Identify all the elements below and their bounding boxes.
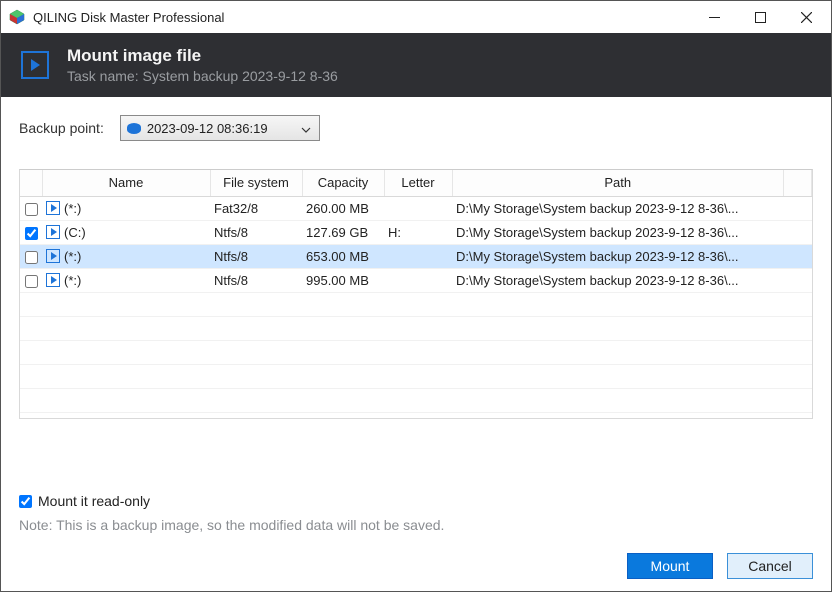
row-letter: H: bbox=[384, 220, 452, 244]
mount-icon bbox=[21, 51, 49, 79]
row-capacity: 653.00 MB bbox=[302, 244, 384, 268]
row-capacity: 995.00 MB bbox=[302, 268, 384, 292]
col-fs[interactable]: File system bbox=[210, 170, 302, 196]
table-row[interactable]: (*:) Fat32/8260.00 MB D:\My Storage\System… bbox=[20, 196, 812, 220]
minimize-button[interactable] bbox=[691, 1, 737, 33]
page-subtitle: Task name: System backup 2023-9-12 8-36 bbox=[67, 68, 338, 84]
row-capacity: 127.69 GB bbox=[302, 220, 384, 244]
page-header: Mount image file Task name: System backu… bbox=[1, 33, 831, 97]
row-checkbox[interactable] bbox=[25, 203, 38, 216]
table-row[interactable]: (*:) Ntfs/8995.00 MB D:\My Storage\System … bbox=[20, 268, 812, 292]
volume-play-icon bbox=[46, 201, 60, 215]
row-name: (*:) bbox=[64, 273, 81, 288]
row-name: (C:) bbox=[64, 225, 86, 240]
row-path: D:\My Storage\System backup 2023-9-12 8-… bbox=[452, 268, 784, 292]
table-row[interactable]: (C:) Ntfs/8127.69 GBH:D:\My Storage\Syste… bbox=[20, 220, 812, 244]
backup-point-selected: 2023-09-12 08:36:19 bbox=[147, 121, 291, 136]
col-check[interactable] bbox=[20, 170, 42, 196]
titlebar: QILING Disk Master Professional bbox=[1, 1, 831, 33]
maximize-button[interactable] bbox=[737, 1, 783, 33]
row-checkbox[interactable] bbox=[25, 275, 38, 288]
row-fs: Ntfs/8 bbox=[210, 220, 302, 244]
row-path: D:\My Storage\System backup 2023-9-12 8-… bbox=[452, 244, 784, 268]
row-checkbox[interactable] bbox=[25, 251, 38, 264]
mount-button[interactable]: Mount bbox=[627, 553, 713, 579]
app-title: QILING Disk Master Professional bbox=[33, 10, 691, 25]
app-icon bbox=[9, 9, 25, 25]
backup-point-dropdown[interactable]: 2023-09-12 08:36:19 bbox=[120, 115, 320, 141]
row-letter bbox=[384, 244, 452, 268]
row-letter bbox=[384, 196, 452, 220]
row-checkbox[interactable] bbox=[25, 227, 38, 240]
volume-play-icon bbox=[46, 225, 60, 239]
readonly-checkbox[interactable] bbox=[19, 495, 32, 508]
row-letter bbox=[384, 268, 452, 292]
chevron-down-icon bbox=[297, 121, 315, 136]
readonly-label[interactable]: Mount it read-only bbox=[38, 493, 150, 509]
backup-point-label: Backup point: bbox=[19, 120, 104, 136]
disk-icon bbox=[127, 123, 141, 134]
window-controls bbox=[691, 1, 829, 33]
volume-play-icon bbox=[46, 249, 60, 263]
row-path: D:\My Storage\System backup 2023-9-12 8-… bbox=[452, 196, 784, 220]
cancel-button[interactable]: Cancel bbox=[727, 553, 813, 579]
col-tail bbox=[784, 170, 812, 196]
note-text: Note: This is a backup image, so the mod… bbox=[19, 517, 813, 533]
col-letter[interactable]: Letter bbox=[384, 170, 452, 196]
row-path: D:\My Storage\System backup 2023-9-12 8-… bbox=[452, 220, 784, 244]
row-fs: Ntfs/8 bbox=[210, 244, 302, 268]
row-name: (*:) bbox=[64, 249, 81, 264]
row-name: (*:) bbox=[64, 201, 81, 216]
row-fs: Ntfs/8 bbox=[210, 268, 302, 292]
row-fs: Fat32/8 bbox=[210, 196, 302, 220]
col-name[interactable]: Name bbox=[42, 170, 210, 196]
col-path[interactable]: Path bbox=[452, 170, 784, 196]
table-row[interactable]: (*:) Ntfs/8653.00 MB D:\My Storage\System … bbox=[20, 244, 812, 268]
volume-table: Name File system Capacity Letter Path (*… bbox=[19, 169, 813, 419]
volume-play-icon bbox=[46, 273, 60, 287]
table-header: Name File system Capacity Letter Path bbox=[20, 170, 812, 196]
close-button[interactable] bbox=[783, 1, 829, 33]
col-capacity[interactable]: Capacity bbox=[302, 170, 384, 196]
row-capacity: 260.00 MB bbox=[302, 196, 384, 220]
page-title: Mount image file bbox=[67, 46, 338, 66]
